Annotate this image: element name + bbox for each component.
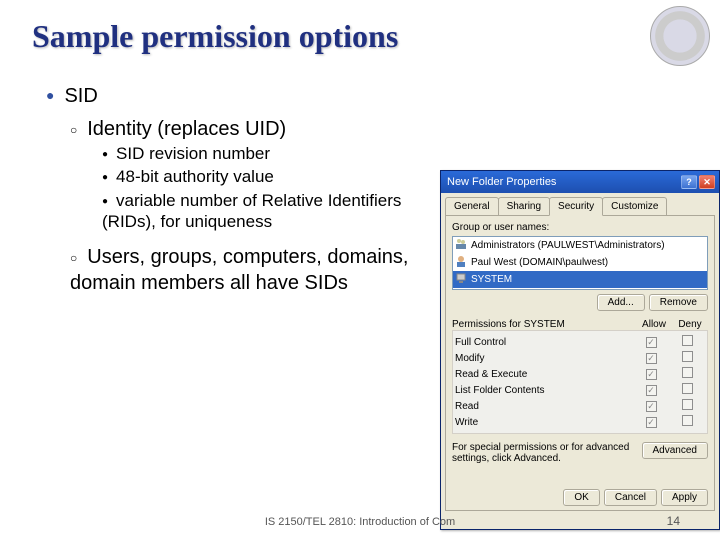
bullet-sid: SID [46,85,420,108]
remove-button[interactable]: Remove [649,294,708,311]
perm-for-label: Permissions for [452,319,524,330]
apply-button[interactable]: Apply [661,489,708,506]
ok-button[interactable]: OK [563,489,599,506]
tab-sharing[interactable]: Sharing [498,197,550,215]
deny-checkbox[interactable] [682,399,693,410]
dialog-titlebar[interactable]: New Folder Properties ? ✕ [441,171,719,193]
advanced-button[interactable]: Advanced [642,442,708,459]
content-area: SID Identity (replaces UID) SID revision… [0,61,430,296]
deny-checkbox[interactable] [682,335,693,346]
permission-row: Read ✓ [455,398,705,414]
bullet-users: Users, groups, computers, domains, domai… [70,244,420,296]
allow-checkbox[interactable]: ✓ [646,417,657,428]
tab-general[interactable]: General [445,197,499,215]
help-button[interactable]: ? [681,175,697,189]
principal-icon [455,272,467,287]
deny-checkbox[interactable] [682,351,693,362]
principal-name: SYSTEM [471,274,512,285]
principal-icon [455,238,467,253]
principal-name: Administrators (PAULWEST\Administrators) [471,240,665,251]
tab-security[interactable]: Security [549,197,603,216]
bullet-sid-rev: SID revision number [102,143,420,164]
principal-icon [455,255,467,270]
allow-checkbox[interactable]: ✓ [646,401,657,412]
deny-checkbox[interactable] [682,367,693,378]
principal-row[interactable]: Paul West (DOMAIN\paulwest) [453,254,707,271]
slide-footer: IS 2150/TEL 2810: Introduction of Com [0,516,720,528]
principal-row[interactable]: Administrators (PAULWEST\Administrators) [453,237,707,254]
dialog-title: New Folder Properties [447,176,556,188]
special-text: For special permissions or for advanced … [452,442,642,464]
group-label: Group or user names: [452,222,708,233]
principal-name: Paul West (DOMAIN\paulwest) [471,257,608,268]
add-button[interactable]: Add... [597,294,645,311]
security-tab-body: Group or user names: Administrators (PAU… [445,215,715,511]
permissions-list: Full Control✓Modify✓Read & Execute✓List … [452,330,708,434]
principal-row[interactable]: SYSTEM [453,271,707,288]
tab-customize[interactable]: Customize [602,197,667,215]
page-number: 14 [667,514,680,528]
allow-checkbox[interactable]: ✓ [646,353,657,364]
allow-checkbox[interactable]: ✓ [646,337,657,348]
deny-checkbox[interactable] [682,383,693,394]
slide-title: Sample permission options [0,0,720,61]
deny-checkbox[interactable] [682,415,693,426]
properties-dialog: New Folder Properties ? ✕ GeneralSharing… [440,170,720,530]
permission-name: List Folder Contents [455,385,633,396]
allow-checkbox[interactable]: ✓ [646,385,657,396]
permission-name: Full Control [455,337,633,348]
university-seal [650,6,710,66]
perm-for-principal: SYSTEM [524,319,565,330]
permission-row: List Folder Contents ✓ [455,382,705,398]
permission-row: Read & Execute ✓ [455,366,705,382]
close-button[interactable]: ✕ [699,175,715,189]
principals-listbox[interactable]: Administrators (PAULWEST\Administrators)… [452,236,708,290]
bullet-rids: variable number of Relative Identifiers … [102,190,420,233]
permission-name: Read & Execute [455,369,633,380]
permission-name: Write [455,417,633,428]
bullet-48bit: 48-bit authority value [102,166,420,187]
permission-row: Write ✓ [455,414,705,430]
allow-header: Allow [636,319,672,330]
permission-row: Full Control ✓ [455,334,705,350]
cancel-button[interactable]: Cancel [604,489,657,506]
bullet-identity: Identity (replaces UID) [70,118,420,141]
permission-name: Modify [455,353,633,364]
deny-header: Deny [672,319,708,330]
permissions-header: Permissions for SYSTEM Allow Deny [452,319,708,330]
permission-row: Modify ✓ [455,350,705,366]
allow-checkbox[interactable]: ✓ [646,369,657,380]
permission-name: Read [455,401,633,412]
tab-strip: GeneralSharingSecurityCustomize [441,193,719,215]
